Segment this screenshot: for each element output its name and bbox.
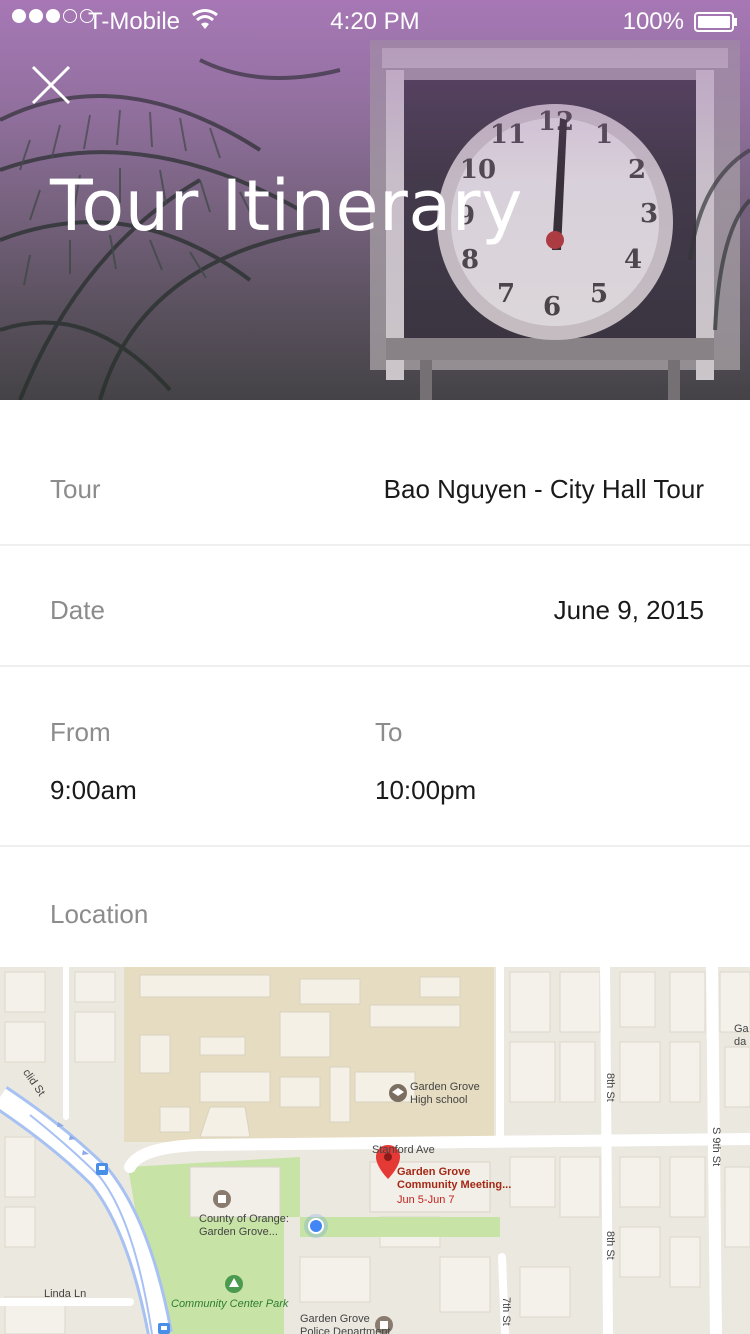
map-label-county: County of Orange: Garden Grove... <box>199 1213 289 1238</box>
date-value: June 9, 2015 <box>553 595 704 625</box>
map-label-poi-dates: Jun 5-Jun 7 <box>397 1194 455 1206</box>
map-label-park: Community Center Park <box>171 1298 289 1310</box>
transit-icon <box>158 1323 170 1334</box>
from-time: 9:00am <box>50 775 137 805</box>
map-label-8th-st-lower: 8th St <box>604 1231 616 1260</box>
map-label-linda-ln: Linda Ln <box>44 1288 87 1300</box>
location-label: Location <box>50 899 149 929</box>
to-time: 10:00pm <box>375 775 477 805</box>
map-label-school: Garden Grove High school <box>410 1081 480 1106</box>
close-icon[interactable] <box>28 62 74 108</box>
status-bar: T-Mobile 4:20 PM 100% <box>0 0 750 40</box>
library-icon <box>213 1190 231 1208</box>
map-label-police: Garden Grove Police Department <box>300 1313 391 1334</box>
location-map[interactable]: Garden Grove High school Stanford Ave Ga… <box>0 967 750 1334</box>
tour-row: Tour Bao Nguyen - City Hall Tour <box>0 400 750 546</box>
map-label-9th-st: S 9th St <box>710 1127 722 1167</box>
map-label-edge: Ga da <box>734 1023 749 1048</box>
park-tree-icon <box>225 1275 243 1293</box>
from-label: From <box>50 717 111 747</box>
time-row: From To 9:00am 10:00pm <box>0 667 750 847</box>
date-label: Date <box>50 595 105 625</box>
map-label-stanford-ave: Stanford Ave <box>372 1144 435 1156</box>
location-row: Location <box>0 847 750 967</box>
battery-icon <box>694 12 737 32</box>
to-label: To <box>375 717 403 747</box>
tour-label: Tour <box>50 474 101 504</box>
header-hero: 12 1 2 3 4 5 6 7 8 9 10 11 <box>0 0 750 400</box>
transit-icon <box>96 1163 108 1175</box>
battery-percentage: 100% <box>622 8 684 35</box>
map-label-8th-st: 8th St <box>604 1073 616 1102</box>
tour-value: Bao Nguyen - City Hall Tour <box>383 474 704 504</box>
date-row: Date June 9, 2015 <box>0 546 750 667</box>
map-label-poi-title[interactable]: Garden Grove Community Meeting... <box>397 1166 511 1192</box>
page-title: Tour Itinerary <box>50 165 523 247</box>
map-label-7th-st: 7th St <box>500 1297 512 1326</box>
current-location-icon <box>304 1214 328 1238</box>
school-icon <box>389 1084 407 1102</box>
